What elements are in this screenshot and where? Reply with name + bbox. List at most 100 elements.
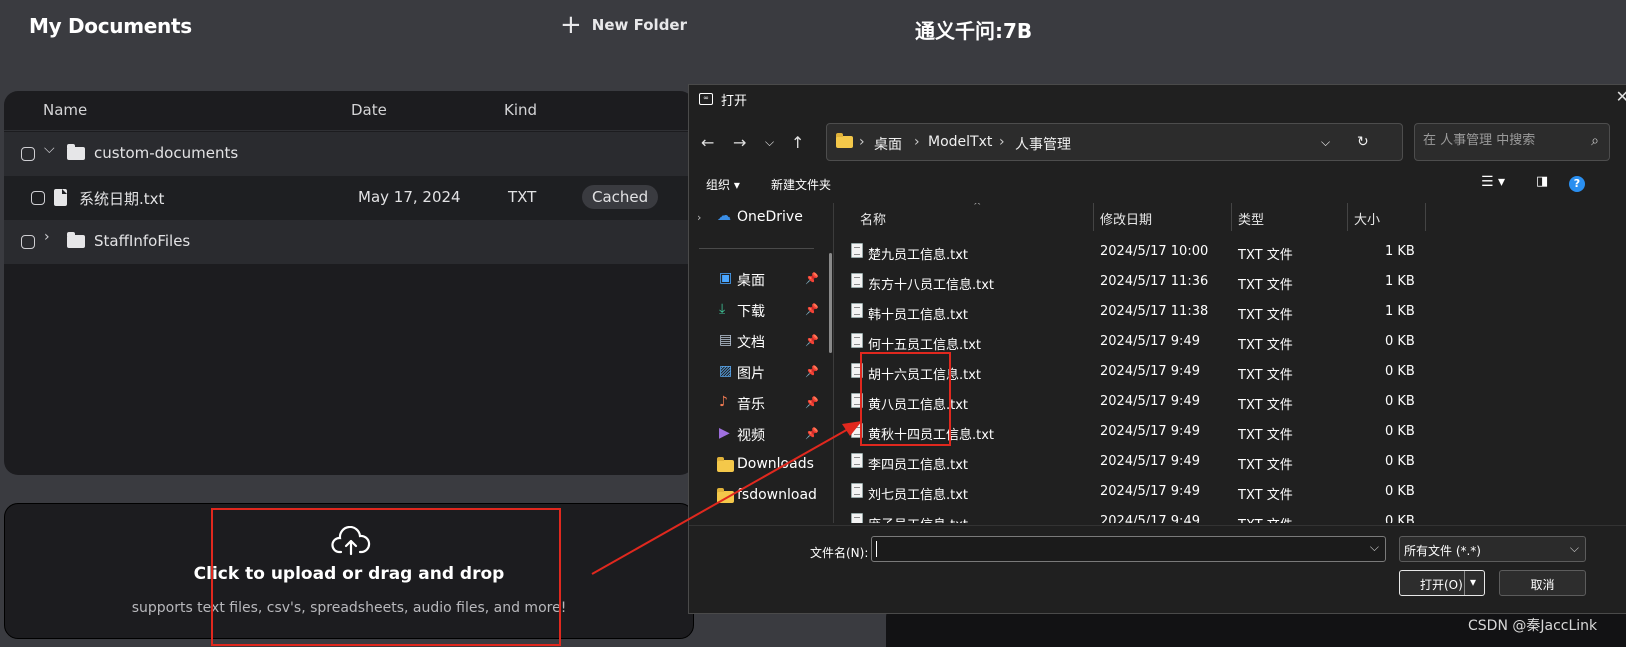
sidebar-item-desktop[interactable]: ▣ 桌面 📌 (689, 264, 834, 294)
sidebar-item-downloads-cn[interactable]: ⤓ 下载 📌 (689, 295, 834, 325)
list-item[interactable]: 黄秋十四员工信息.txt 2024/5/17 9:49 TXT 文件 0 KB (835, 417, 1626, 447)
cloud-icon: ☁ (717, 208, 731, 224)
filetype-select[interactable]: 所有文件 (*.*) ⌵ (1399, 536, 1586, 562)
txt-file-icon (851, 303, 863, 318)
file-size: 1 KB (1385, 244, 1415, 259)
column-name[interactable]: 名称 (860, 209, 886, 228)
open-button[interactable]: 打开(O) ▾ (1399, 570, 1485, 596)
file-name: 黄八员工信息.txt (868, 398, 969, 413)
sidebar-item-documents[interactable]: ▤ 文档 📌 (689, 326, 834, 356)
organize-menu[interactable]: 组织 ▾ (706, 176, 740, 193)
file-name: 何十五员工信息.txt (868, 338, 982, 353)
pin-icon[interactable]: 📌 (805, 427, 819, 440)
pin-icon[interactable]: 📌 (805, 396, 819, 409)
breadcrumb-desktop[interactable]: 桌面 (874, 134, 902, 154)
back-arrow-icon[interactable]: ← (701, 133, 714, 152)
sidebar-item-videos[interactable]: ▶ 视频 📌 (689, 419, 834, 449)
help-icon[interactable]: ? (1569, 176, 1585, 192)
sidebar-item-onedrive[interactable]: › ☁ OneDrive (689, 203, 834, 233)
file-name: 韩十员工信息.txt (868, 308, 969, 323)
file-type: TXT 文件 (1238, 458, 1293, 473)
file-date: 2024/5/17 9:49 (1100, 334, 1200, 349)
sidebar-label: fsdownload (737, 487, 817, 503)
filename-input[interactable]: ⌵ (871, 536, 1386, 562)
file-date: 2024/5/17 9:49 (1100, 394, 1200, 409)
sidebar-label: 音乐 (737, 397, 765, 413)
list-item[interactable]: 胡十六员工信息.txt 2024/5/17 9:49 TXT 文件 0 KB (835, 357, 1626, 387)
desktop-icon: ▣ (719, 270, 733, 286)
column-divider[interactable] (1231, 203, 1232, 231)
caret-down-icon[interactable]: ▾ (1470, 575, 1476, 589)
row-checkbox[interactable] (21, 235, 35, 249)
chevron-right-icon[interactable]: › (697, 211, 701, 224)
chevron-down-icon[interactable]: ⌵ (44, 141, 55, 157)
recent-chevron-icon[interactable]: ⌵ (765, 135, 774, 150)
list-item[interactable]: 东方十八员工信息.txt 2024/5/17 11:36 TXT 文件 1 KB (835, 267, 1626, 297)
file-name: 李四员工信息.txt (868, 458, 969, 473)
folder-icon (836, 133, 853, 148)
search-input[interactable] (1423, 133, 1573, 148)
list-item[interactable]: 刘七员工信息.txt 2024/5/17 9:49 TXT 文件 0 KB (835, 477, 1626, 507)
up-arrow-icon[interactable]: ↑ (791, 133, 804, 152)
row-checkbox[interactable] (31, 191, 45, 205)
new-folder-button[interactable]: + New Folder (560, 12, 687, 38)
file-type: TXT 文件 (1238, 278, 1293, 293)
file-name: 东方十八员工信息.txt (868, 278, 995, 293)
filename-label: 文件名(N): (810, 546, 869, 560)
list-item[interactable]: 李四员工信息.txt 2024/5/17 9:49 TXT 文件 0 KB (835, 447, 1626, 477)
list-item[interactable]: 何十五员工信息.txt 2024/5/17 9:49 TXT 文件 0 KB (835, 327, 1626, 357)
txt-file-icon (851, 243, 863, 258)
column-date[interactable]: 修改日期 (1100, 209, 1152, 228)
view-options-icon[interactable]: ☰ ▾ (1481, 174, 1505, 190)
column-divider[interactable] (1425, 203, 1426, 231)
sidebar-item-music[interactable]: ♪ 音乐 📌 (689, 388, 834, 418)
row-checkbox[interactable] (21, 147, 35, 161)
pin-icon[interactable]: 📌 (805, 365, 819, 378)
list-item[interactable]: 韩十员工信息.txt 2024/5/17 11:38 TXT 文件 1 KB (835, 297, 1626, 327)
file-date: 2024/5/17 10:00 (1100, 244, 1209, 259)
column-size[interactable]: 大小 (1354, 209, 1380, 228)
sort-caret-icon: ^ (973, 203, 982, 212)
sidebar-item-pictures[interactable]: ▨ 图片 📌 (689, 357, 834, 387)
close-icon[interactable]: ✕ (1616, 87, 1626, 106)
file-row-system-date[interactable]: 系统日期.txt May 17, 2024 TXT Cached (4, 176, 694, 220)
list-item[interactable]: 楚九员工信息.txt 2024/5/17 10:00 TXT 文件 1 KB (835, 237, 1626, 267)
upload-subtitle: supports text files, csv's, spreadsheets… (131, 600, 567, 616)
search-box[interactable]: ⌕ (1414, 123, 1610, 161)
file-icon (54, 189, 67, 206)
chevron-down-icon[interactable]: ⌵ (1570, 541, 1579, 556)
open-label: 打开(O) (1420, 578, 1463, 592)
breadcrumb-modeltxt[interactable]: ModelTxt (928, 134, 992, 150)
upload-dropzone[interactable]: Click to upload or drag and drop support… (4, 503, 694, 639)
chevron-right-icon[interactable]: › (44, 229, 50, 245)
column-kind[interactable]: Kind (504, 101, 537, 119)
list-item[interactable]: 黄八员工信息.txt 2024/5/17 9:49 TXT 文件 0 KB (835, 387, 1626, 417)
txt-file-icon (851, 483, 863, 498)
forward-arrow-icon[interactable]: → (733, 133, 746, 152)
breadcrumb-hr[interactable]: 人事管理 (1015, 134, 1071, 154)
refresh-icon[interactable]: ↻ (1357, 134, 1369, 150)
column-date[interactable]: Date (351, 101, 387, 119)
pin-icon[interactable]: 📌 (805, 272, 819, 285)
pin-icon[interactable]: 📌 (805, 334, 819, 347)
file-list: 名称 ^ 修改日期 类型 大小 楚九员工信息.txt 2024/5/17 10:… (835, 203, 1626, 523)
sidebar-item-downloads[interactable]: Downloads (689, 450, 834, 480)
column-divider[interactable] (1347, 203, 1348, 231)
file-type: TXT 文件 (1238, 488, 1293, 503)
chevron-down-icon[interactable]: ⌵ (1370, 540, 1379, 555)
list-item[interactable]: 庞子员工信息.txt 2024/5/17 9:49 TXT 文件 0 KB (835, 507, 1626, 523)
folder-row-staffinfofiles[interactable]: › StaffInfoFiles (4, 220, 694, 264)
preview-pane-icon[interactable]: ◨ (1536, 174, 1548, 189)
sidebar-item-fsdownload[interactable]: fsdownload (689, 481, 834, 511)
column-name[interactable]: Name (43, 101, 87, 119)
folder-row-custom-documents[interactable]: ⌵ custom-documents (4, 132, 694, 176)
column-divider[interactable] (1093, 203, 1094, 231)
pin-icon[interactable]: 📌 (805, 303, 819, 316)
cancel-button[interactable]: 取消 (1499, 570, 1586, 596)
search-icon[interactable]: ⌕ (1591, 133, 1599, 149)
new-folder-button[interactable]: 新建文件夹 (771, 176, 831, 193)
column-type[interactable]: 类型 (1238, 209, 1264, 228)
address-bar[interactable]: › 桌面 › ModelTxt › 人事管理 ⌵ ↻ (826, 123, 1403, 161)
address-dropdown-icon[interactable]: ⌵ (1321, 135, 1330, 150)
status-badge: Cached (582, 185, 659, 209)
